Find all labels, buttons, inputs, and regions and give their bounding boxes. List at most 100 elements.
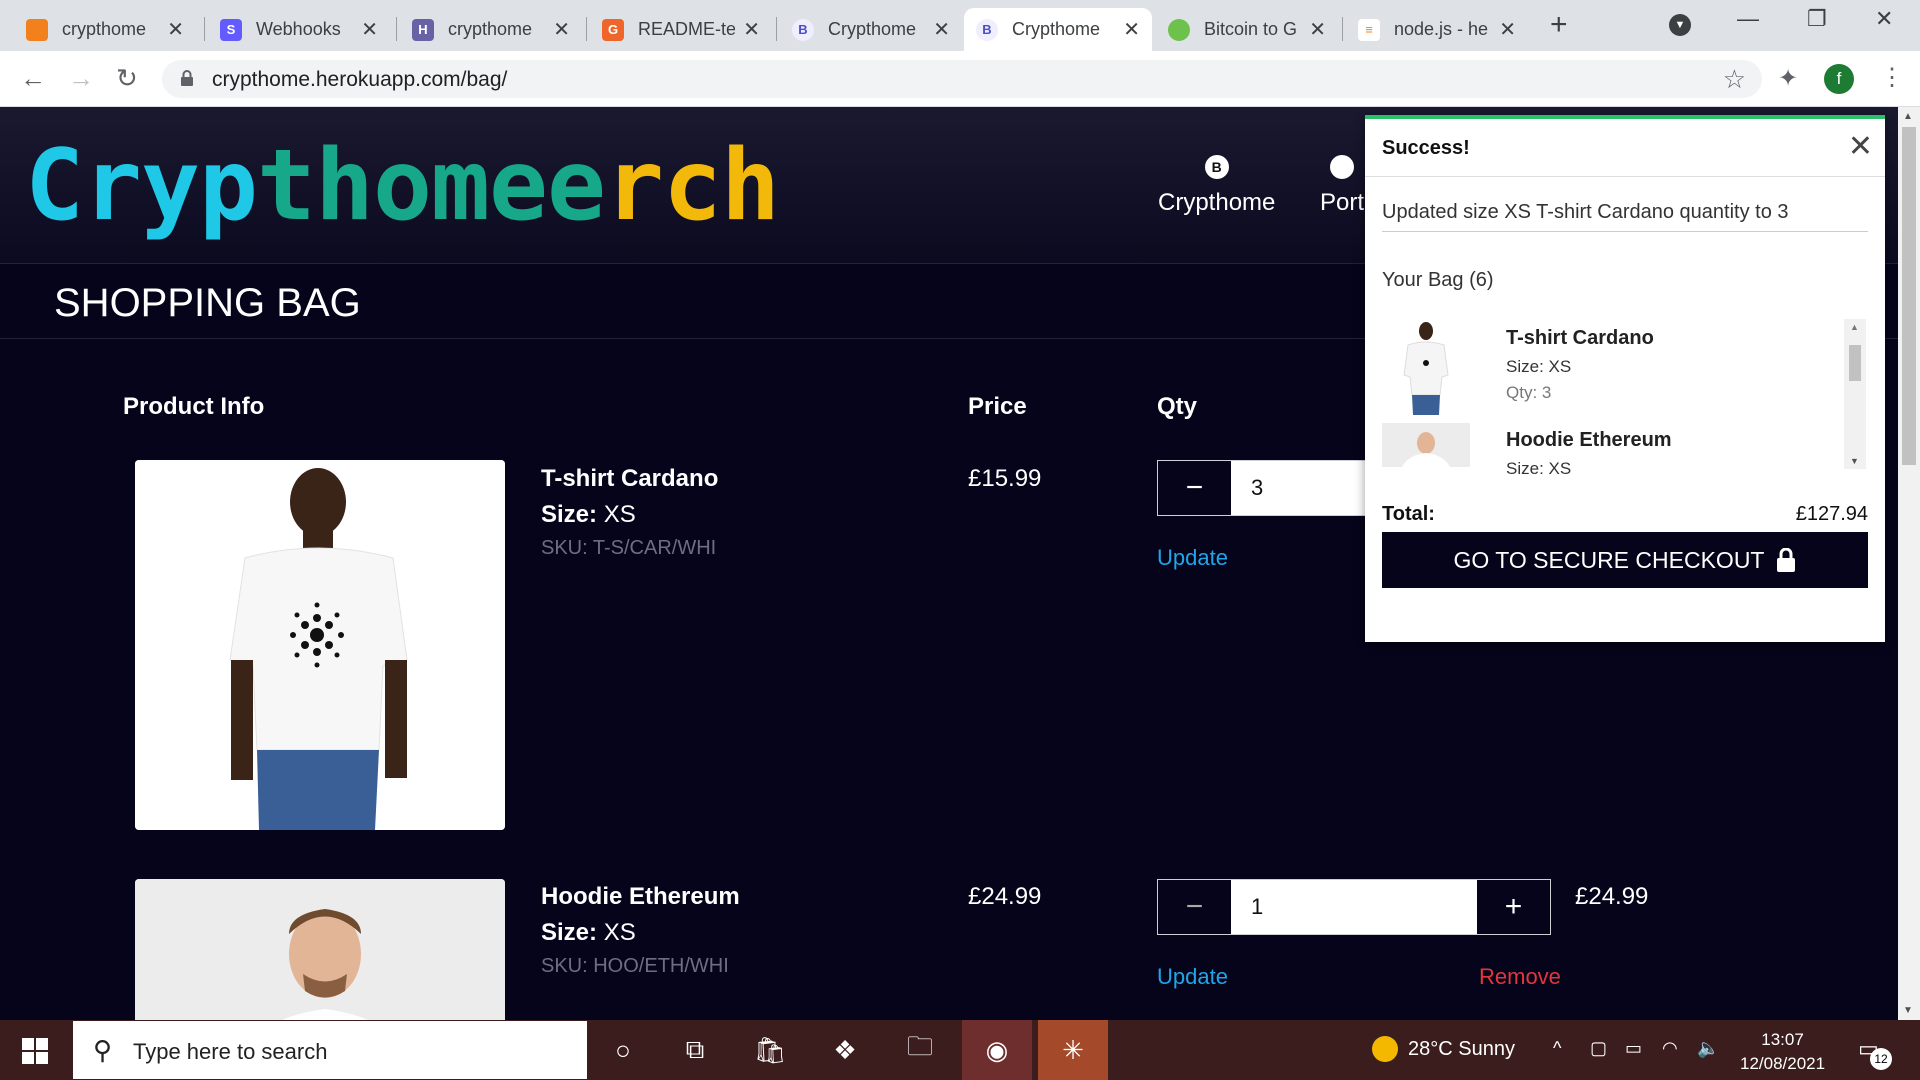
product-size: Size: XS <box>541 919 636 946</box>
device-icon[interactable]: ▢ <box>1590 1038 1607 1059</box>
close-tab-icon[interactable]: ✕ <box>167 17 184 42</box>
bitcoin-icon: B <box>1204 155 1229 179</box>
product-image-tshirt-cardano[interactable] <box>135 460 505 830</box>
secure-checkout-button[interactable]: GO TO SECURE CHECKOUT <box>1382 532 1868 588</box>
clock[interactable]: 13:07 12/08/2021 <box>1740 1028 1825 1076</box>
restore-icon[interactable]: ❐ <box>1807 6 1827 32</box>
product-name[interactable]: Hoodie Ethereum <box>541 883 740 911</box>
tab-title: Crypthome <box>828 19 917 39</box>
mini-item-name: Hoodie Ethereum <box>1506 429 1672 451</box>
back-icon[interactable]: ← <box>20 63 46 94</box>
dropbox-icon[interactable]: ❖ <box>810 1020 880 1080</box>
notification-count: 12 <box>1870 1048 1892 1070</box>
tab-1[interactable]: crypthome ✕ <box>14 8 196 51</box>
wifi-icon[interactable]: ◠ <box>1662 1038 1678 1059</box>
minimize-icon[interactable]: — <box>1737 6 1759 32</box>
product-image-hoodie-ethereum[interactable] <box>135 879 505 1020</box>
decrement-button[interactable]: − <box>1158 461 1231 515</box>
show-hidden-icons-icon[interactable]: ^ <box>1553 1038 1561 1059</box>
tab-search-icon[interactable]: ▼ <box>1669 14 1691 36</box>
product-name[interactable]: T-shirt Cardano <box>541 465 718 493</box>
close-tab-icon[interactable]: ✕ <box>553 17 570 42</box>
url-text[interactable]: crypthome.herokuapp.com/bag/ <box>212 68 507 92</box>
mini-item-size: Size: XS <box>1506 357 1572 376</box>
crypthome-favicon-icon: B <box>976 18 998 41</box>
checkout-label: GO TO SECURE CHECKOUT <box>1453 546 1765 573</box>
page-scrollbar[interactable]: ▲ ▼ <box>1898 107 1920 1020</box>
volume-icon[interactable]: 🔈 <box>1697 1038 1719 1059</box>
notifications-icon[interactable]: ▭ 12 <box>1858 1036 1892 1070</box>
list-item[interactable]: Hoodie Ethereum Size: XS <box>1382 423 1852 474</box>
nav-portfolio[interactable]: Port <box>1320 155 1364 217</box>
battery-icon[interactable]: ▭ <box>1625 1038 1642 1059</box>
scroll-up-icon: ▲ <box>1850 322 1859 332</box>
readme-favicon-icon: G <box>602 18 624 41</box>
header-qty: Qty <box>1157 393 1198 420</box>
divider <box>1382 231 1868 232</box>
bookmark-star-icon[interactable]: ☆ <box>1723 64 1746 95</box>
tab-title: Bitcoin to G <box>1204 19 1298 39</box>
chrome-menu-icon[interactable]: ⋮ <box>1880 63 1904 92</box>
mini-bag-scrollbar[interactable]: ▲ ▼ <box>1844 319 1866 469</box>
weather-widget[interactable]: 28°C Sunny <box>1372 1036 1515 1062</box>
close-tab-icon[interactable]: ✕ <box>1499 17 1516 42</box>
your-bag-count: Your Bag (6) <box>1382 269 1494 291</box>
total-label: Total: <box>1382 503 1435 525</box>
reload-icon[interactable]: ↻ <box>116 63 138 94</box>
tab-6-active[interactable]: B Crypthome ✕ <box>964 8 1152 51</box>
product-size: Size: XS <box>541 501 636 528</box>
new-tab-button[interactable]: + <box>1550 8 1568 42</box>
scrollbar-thumb[interactable] <box>1902 127 1916 465</box>
tab-5[interactable]: B Crypthome ✕ <box>780 8 962 51</box>
list-item[interactable]: T-shirt Cardano Size: XS Qty: 3 <box>1382 319 1852 419</box>
tab-8[interactable]: ≡ node.js - he ✕ <box>1346 8 1528 51</box>
scrollbar-thumb[interactable] <box>1849 345 1861 381</box>
nav-crypthome[interactable]: B Crypthome <box>1158 155 1275 217</box>
address-bar[interactable]: crypthome.herokuapp.com/bag/ ☆ <box>162 60 1762 98</box>
forward-icon[interactable]: → <box>68 63 94 94</box>
decrement-button[interactable]: − <box>1158 880 1231 934</box>
product-sku: SKU: T-S/CAR/WHI <box>541 537 717 559</box>
close-icon[interactable]: ✕ <box>1848 129 1873 164</box>
close-window-icon[interactable]: ✕ <box>1875 6 1893 32</box>
close-tab-icon[interactable]: ✕ <box>743 17 760 42</box>
quantity-input[interactable]: 1 <box>1231 880 1477 934</box>
tab-title: Webhooks <box>256 19 341 39</box>
slack-icon[interactable]: ✳ <box>1038 1020 1108 1080</box>
update-link[interactable]: Update <box>1157 964 1228 990</box>
nav-label: Port <box>1320 189 1365 216</box>
product-price: £24.99 <box>968 883 1042 910</box>
chrome-icon[interactable]: ◉ <box>962 1020 1032 1080</box>
tab-7[interactable]: Bitcoin to G ✕ <box>1156 8 1338 51</box>
tab-3[interactable]: H crypthome ✕ <box>400 8 582 51</box>
search-icon: ⚲ <box>93 1035 113 1065</box>
close-tab-icon[interactable]: ✕ <box>361 17 378 42</box>
increment-button[interactable]: + <box>1477 880 1550 934</box>
product-price: £15.99 <box>968 465 1042 492</box>
remove-link[interactable]: Remove <box>1479 964 1561 990</box>
store-icon[interactable]: 🛍 <box>735 1020 805 1080</box>
close-tab-icon[interactable]: ✕ <box>1309 17 1326 42</box>
scroll-down-icon: ▼ <box>1850 456 1859 466</box>
clock-date: 12/08/2021 <box>1740 1054 1826 1073</box>
browser-toolbar: ← → ↻ crypthome.herokuapp.com/bag/ ☆ ✦ f… <box>0 51 1920 107</box>
update-link[interactable]: Update <box>1157 545 1228 571</box>
mini-thumb <box>1382 423 1470 467</box>
close-tab-icon[interactable]: ✕ <box>933 17 950 42</box>
stripe-favicon-icon: S <box>220 18 242 41</box>
mini-item-name: T-shirt Cardano <box>1506 327 1654 349</box>
profile-avatar[interactable]: f <box>1824 64 1854 94</box>
toast-title: Success! <box>1382 137 1470 159</box>
task-view-icon[interactable]: ⧉ <box>660 1020 730 1080</box>
taskbar-search-input[interactable]: ⚲ Type here to search <box>73 1021 587 1079</box>
product-sku: SKU: HOO/ETH/WHI <box>541 955 729 977</box>
cortana-icon[interactable]: ○ <box>588 1020 658 1080</box>
lock-icon <box>1777 548 1796 572</box>
file-explorer-icon[interactable]: 🗀 <box>885 1020 955 1080</box>
close-tab-icon[interactable]: ✕ <box>1123 17 1140 42</box>
tab-2[interactable]: S Webhooks ✕ <box>208 8 390 51</box>
site-logo[interactable]: Crypthomeerch <box>25 137 780 235</box>
windows-start-icon[interactable] <box>22 1038 48 1064</box>
tab-4[interactable]: G README-te ✕ <box>590 8 772 51</box>
extensions-puzzle-icon[interactable]: ✦ <box>1778 64 1798 93</box>
